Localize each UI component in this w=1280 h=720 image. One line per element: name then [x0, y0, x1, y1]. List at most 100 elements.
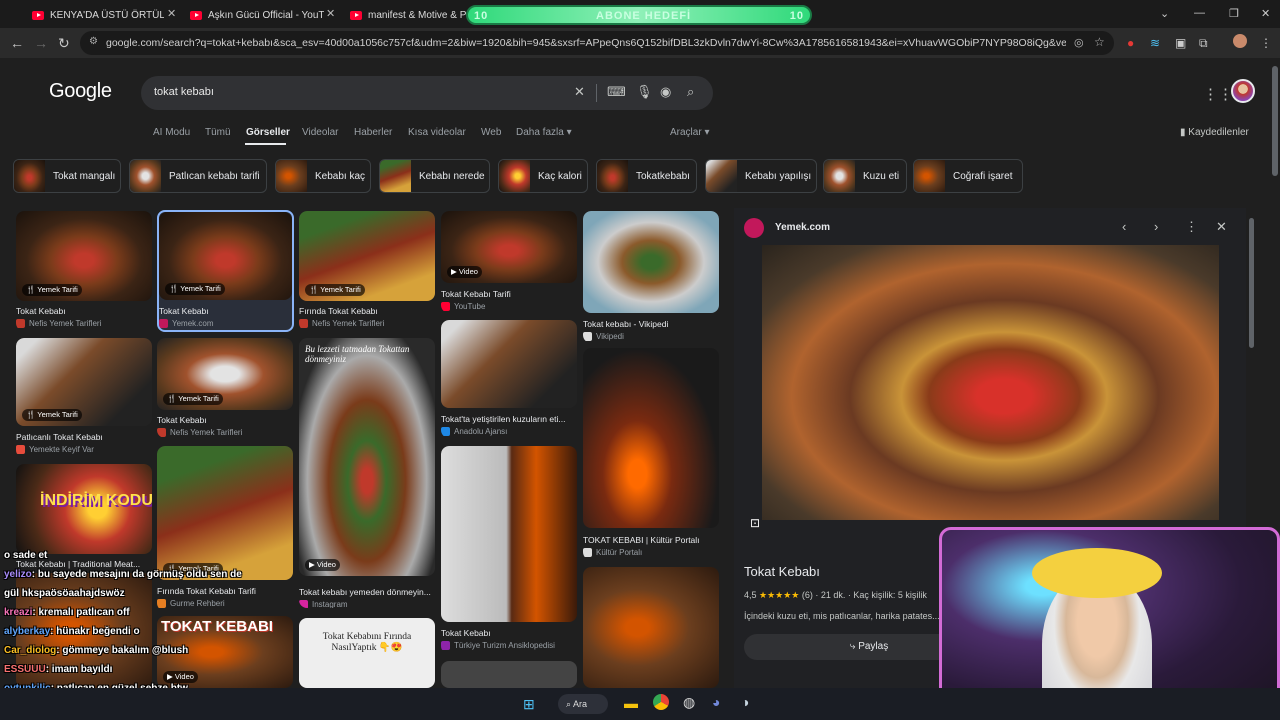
panel-scrollbar[interactable] — [1249, 218, 1254, 348]
chip-tokatkebabi[interactable]: Tokatkebabı — [596, 159, 697, 193]
image-result[interactable]: 🍴 Yemek Tarifi Tokat Kebabı Nefis Yemek … — [157, 338, 293, 438]
tab-tumu[interactable]: Tümü — [205, 127, 231, 138]
extension-puzzle-small-icon[interactable]: ▣ — [1175, 36, 1186, 50]
chip-kuzu-eti[interactable]: Kuzu eti — [823, 159, 907, 193]
image-result[interactable]: ▶ Video Tokat Kebabı Tarifi YouTube — [441, 211, 577, 313]
tools-button[interactable]: Araçlar ▾ — [670, 127, 710, 138]
search-box[interactable]: tokat kebabı ✕ ⌨ 🎙 ◉ ⌕ — [141, 76, 713, 110]
extensions-icon[interactable]: ⧉ — [1199, 36, 1208, 51]
saved-button[interactable]: ▮ Kaydedilenler — [1180, 127, 1249, 138]
chat-text: : kremalı patlıcan off — [32, 607, 130, 618]
tab-haberler[interactable]: Haberler — [354, 127, 392, 138]
google-logo[interactable]: Google — [49, 80, 112, 103]
microphone-icon[interactable]: 🎙 — [636, 84, 653, 100]
keyboard-icon[interactable]: ⌨ — [607, 84, 626, 100]
result-thumbnail: Bu lezzeti tatmadan Tokattan dönmeyiniz … — [299, 338, 435, 576]
file-explorer-icon[interactable]: ▬ — [624, 695, 638, 711]
chat-text: : bu sayede mesajını da görmüş oldu sen … — [31, 569, 242, 580]
image-result[interactable]: TOKAT KEBABI | Kültür Portalı Kültür Por… — [583, 348, 719, 560]
preview-source[interactable]: Yemek.com — [775, 222, 830, 233]
image-result[interactable]: İNDİRİM KODU: BLUSH — [16, 464, 152, 556]
taskbar-search[interactable]: ⌕ Ara — [558, 694, 608, 714]
next-icon[interactable]: › — [1154, 219, 1158, 234]
eye-off-icon[interactable]: ◎ — [1074, 36, 1084, 49]
windows-start-icon[interactable]: ⊞ — [523, 696, 535, 713]
chat-message: yelizo: bu sayede mesajını da görmüş old… — [4, 569, 242, 580]
lens-camera-icon[interactable]: ◉ — [660, 84, 671, 100]
tab-kenya[interactable]: KENYA'DA ÜSTÜ ÖRTÜLEN KO... — [26, 4, 164, 26]
chip-thumbnail — [914, 160, 945, 192]
discord-icon[interactable]: ◕ — [712, 694, 720, 710]
result-thumbnail — [583, 211, 719, 313]
chat-message: gül hkspaösöaahajdswöz — [4, 588, 125, 599]
image-result[interactable]: 🍴 Yemek Tarifi Fırında Tokat Kebabı Nefi… — [299, 211, 435, 331]
image-result[interactable]: 🍴 Yemek Tarifi Tokat Kebabı Nefis Yemek … — [16, 211, 152, 331]
previous-icon[interactable]: ‹ — [1122, 219, 1126, 234]
chat-text: : hünakr beğendi o — [50, 626, 140, 637]
chip-kebabi-yapilisi[interactable]: Kebabı yapılışı — [705, 159, 817, 193]
tab-kisa-videolar[interactable]: Kısa videolar — [408, 127, 466, 138]
clear-icon[interactable]: ✕ — [574, 84, 585, 100]
tab-manifest[interactable]: manifest & Motive & Pango — [344, 4, 466, 26]
restore-icon[interactable]: ❐ — [1229, 7, 1239, 20]
result-thumbnail: 🍴 Yemek Tarifi — [159, 212, 292, 300]
site-info-icon[interactable]: ⚙ — [89, 36, 98, 47]
image-result[interactable]: Bu lezzeti tatmadan Tokattan dönmeyiniz … — [299, 338, 435, 608]
image-result[interactable]: 🍴 Yemek Tarifi Patlıcanlı Tokat Kebabı Y… — [16, 338, 152, 458]
chat-text: gül hkspaösöaahajdswöz — [4, 588, 125, 599]
tab-ai-modu[interactable]: AI Modu — [153, 127, 190, 138]
menu-kebab-icon[interactable]: ⋮ — [1260, 36, 1272, 50]
preview-title[interactable]: Tokat Kebabı — [744, 564, 820, 579]
chip-kebabi-kac[interactable]: Kebabı kaç — [275, 159, 371, 193]
chip-thumbnail — [276, 160, 307, 192]
tab-askin-gucu[interactable]: Aşkın Gücü Official - YouTube — [184, 4, 324, 26]
profile-avatar[interactable] — [1233, 34, 1247, 48]
close-window-icon[interactable]: ✕ — [1261, 7, 1270, 20]
image-result[interactable]: Tokat'ta yetiştirilen kuzuların eti... A… — [441, 320, 577, 438]
image-result-selected[interactable]: 🍴 Yemek Tarifi Tokat Kebabı Yemek.com — [157, 210, 294, 332]
more-options-icon[interactable]: ⋮ — [1185, 219, 1198, 235]
tab-gorseller[interactable]: Görseller — [246, 127, 290, 138]
back-icon[interactable]: ← — [10, 35, 24, 51]
close-preview-icon[interactable]: ✕ — [1216, 219, 1227, 235]
chip-patlican-kebabi[interactable]: Patlıcan kebabı tarifi — [129, 159, 267, 193]
scrollbar[interactable] — [1272, 66, 1278, 176]
chat-username: yelizo — [4, 569, 32, 580]
chevron-down-icon[interactable]: ⌄ — [1160, 7, 1169, 20]
image-result[interactable]: Tokat Kebabını Fırında NasılYaptık 👇😍 — [299, 618, 435, 688]
chat-message: o sade et — [4, 550, 47, 561]
account-avatar[interactable] — [1231, 79, 1255, 103]
bookmark-star-icon[interactable]: ☆ — [1094, 35, 1105, 49]
chip-tokat-mangali[interactable]: Tokat mangalı — [13, 159, 121, 193]
forward-icon[interactable]: → — [34, 35, 48, 51]
tab-daha-fazla[interactable]: Daha fazla ▾ — [516, 127, 572, 138]
search-icon[interactable]: ⌕ — [687, 84, 694, 100]
lens-search-icon[interactable]: ⊡ — [750, 516, 760, 530]
obs-icon[interactable]: ◍ — [683, 694, 695, 711]
search-input[interactable]: tokat kebabı — [154, 86, 214, 98]
close-tab-icon[interactable]: ✕ — [326, 7, 335, 20]
image-result[interactable]: Tokat kebabı - Vikipedi Vikipedi — [583, 211, 719, 343]
chrome-icon[interactable] — [653, 694, 669, 710]
chip-kebabi-nerede[interactable]: Kebabı nerede — [379, 159, 490, 193]
preview-image[interactable] — [762, 245, 1219, 520]
image-result[interactable] — [583, 567, 719, 688]
chat-username: ESSUUU — [4, 664, 46, 675]
favicon — [583, 548, 592, 557]
extension-record-icon[interactable]: ● — [1127, 36, 1134, 50]
steam-icon[interactable]: ◑ — [741, 694, 749, 710]
favicon — [299, 319, 308, 328]
tab-videolar[interactable]: Videolar — [302, 127, 339, 138]
chip-cografi-isaret[interactable]: Coğrafi işaret — [913, 159, 1023, 193]
tab-web[interactable]: Web — [481, 127, 501, 138]
image-result[interactable]: Tokat Kebabı Türkiye Turizm Ansiklopedis… — [441, 446, 577, 654]
chip-kac-kalori[interactable]: Kaç kalori — [498, 159, 588, 193]
image-result[interactable] — [441, 661, 577, 688]
reload-icon[interactable]: ↻ — [58, 35, 70, 52]
chat-username: alyberkay — [4, 626, 51, 637]
close-tab-icon[interactable]: ✕ — [167, 7, 176, 20]
extension-audio-icon[interactable]: ≋ — [1150, 36, 1160, 50]
url-field[interactable]: ⚙ google.com/search?q=tokat+kebabı&sca_e… — [80, 31, 1114, 55]
minimize-icon[interactable]: — — [1194, 7, 1205, 19]
pikachu-hat — [1032, 548, 1162, 598]
